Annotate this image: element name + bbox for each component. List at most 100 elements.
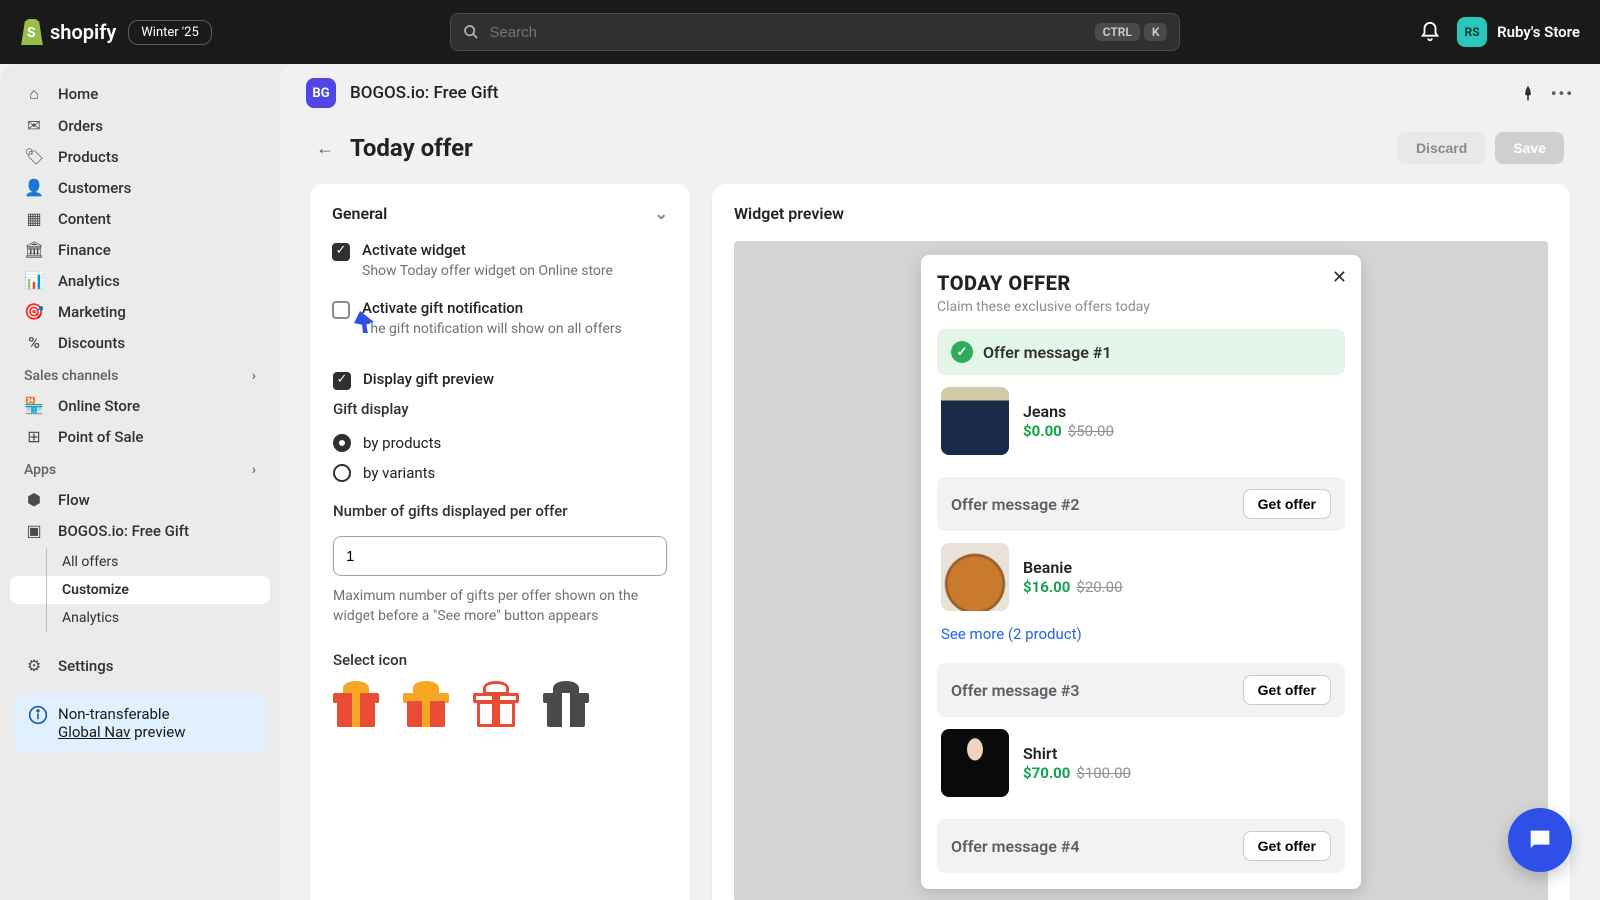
analytics-icon: 📊 [24, 271, 44, 290]
display-preview-label: Display gift preview [363, 370, 494, 388]
preview-card: Widget preview ✕ TODAY OFFER Claim these… [712, 184, 1570, 900]
notifications-icon[interactable] [1419, 21, 1441, 43]
brand-text: shopify [50, 20, 116, 44]
kbd-ctrl: CTRL [1095, 23, 1140, 41]
search-wrap: CTRL K [228, 13, 1403, 51]
activate-widget-sub: Show Today offer widget on Online store [362, 263, 613, 279]
product-image [941, 729, 1009, 797]
top-bar: shopify Winter '25 CTRL K RS Ruby's Stor… [0, 0, 1600, 64]
nav-marketing[interactable]: 🎯Marketing [10, 296, 270, 327]
marketing-icon: 🎯 [24, 302, 44, 321]
get-offer-button[interactable]: Get offer [1243, 831, 1331, 861]
customers-icon: 👤 [24, 178, 44, 197]
product-name: Jeans [1023, 402, 1114, 421]
see-more-link[interactable]: See more (2 product) [937, 623, 1345, 653]
subnav-analytics[interactable]: Analytics [10, 604, 270, 632]
general-heading[interactable]: General ⌄ [332, 204, 668, 223]
nav-content[interactable]: ▦Content [10, 203, 270, 234]
radio-by-variants[interactable]: by variants [333, 458, 667, 488]
check-icon: ✓ [951, 341, 973, 363]
product-row: Shirt $70.00$100.00 [937, 717, 1345, 809]
activate-notif-row: Activate gift notification The gift noti… [332, 299, 668, 337]
num-gifts-input[interactable] [333, 536, 667, 576]
nav-bogos[interactable]: ▣BOGOS.io: Free Gift [10, 515, 270, 546]
offer-banner-3: Offer message #3 Get offer [937, 663, 1345, 717]
nav-settings[interactable]: ⚙ Settings [10, 650, 270, 681]
discounts-icon: % [24, 333, 44, 352]
nav-discounts[interactable]: %Discounts [10, 327, 270, 358]
display-preview-checkbox[interactable] [333, 372, 351, 390]
radio-by-products[interactable]: by products [333, 428, 667, 458]
radio-icon [333, 434, 351, 452]
nav-customers[interactable]: 👤Customers [10, 172, 270, 203]
gift-icon-gray[interactable] [543, 681, 589, 727]
gift-icon-orange-solid[interactable] [333, 681, 379, 727]
select-icon-label: Select icon [333, 651, 667, 669]
flow-icon: ⬢ [24, 490, 44, 509]
home-icon: ⌂ [24, 84, 44, 104]
nav-analytics[interactable]: 📊Analytics [10, 265, 270, 296]
preview-title: TODAY OFFER [937, 271, 1345, 295]
get-offer-button[interactable]: Get offer [1243, 675, 1331, 705]
nav-flow[interactable]: ⬢Flow [10, 484, 270, 515]
pin-icon[interactable] [1519, 84, 1537, 103]
finance-icon: 🏛 [24, 240, 44, 259]
section-apps[interactable]: Apps › [10, 454, 270, 482]
store-icon: 🏪 [24, 396, 44, 415]
main: BG BOGOS.io: Free Gift ••• ← Today offer… [280, 64, 1600, 900]
app-title: BOGOS.io: Free Gift [350, 83, 498, 103]
product-image [941, 543, 1009, 611]
activate-notif-sub: The gift notification will show on all o… [362, 321, 622, 337]
gift-icon-red-outline[interactable] [473, 681, 519, 727]
offer-banner-1: ✓Offer message #1 [937, 329, 1345, 375]
info-icon [28, 705, 48, 741]
subnav-customize[interactable]: Customize [10, 576, 270, 604]
store-avatar: RS [1457, 17, 1487, 47]
close-icon[interactable]: ✕ [1332, 267, 1347, 288]
nav-finance[interactable]: 🏛Finance [10, 234, 270, 265]
bogos-icon: ▣ [24, 521, 44, 540]
preview-sub: Claim these exclusive offers today [937, 299, 1345, 315]
activate-widget-label: Activate widget [362, 241, 613, 259]
activate-notif-checkbox[interactable] [332, 301, 350, 319]
product-name: Beanie [1023, 558, 1123, 577]
shopify-logo[interactable]: shopify [20, 19, 116, 45]
get-offer-button[interactable]: Get offer [1243, 489, 1331, 519]
product-row: Beanie $16.00$20.00 [937, 531, 1345, 623]
gift-icon-orange-alt[interactable] [403, 681, 449, 727]
shopify-bag-icon [20, 19, 44, 45]
top-right: RS Ruby's Store [1419, 17, 1580, 47]
nav-products[interactable]: 🏷Products [10, 141, 270, 172]
activate-widget-checkbox[interactable] [332, 243, 350, 261]
back-arrow-icon[interactable]: ← [316, 138, 334, 159]
global-nav-notice: Non-transferable Global Nav preview [14, 693, 266, 753]
preview-heading: Widget preview [734, 204, 1548, 223]
chevron-right-icon: › [252, 462, 256, 478]
more-icon[interactable]: ••• [1551, 84, 1574, 103]
nav-home[interactable]: ⌂Home [10, 78, 270, 110]
search-bar[interactable]: CTRL K [450, 13, 1180, 51]
sidebar: ⌂Home✉Orders🏷Products👤Customers▦Content🏛… [0, 64, 280, 900]
preview-frame: ✕ TODAY OFFER Claim these exclusive offe… [734, 241, 1548, 900]
discard-button[interactable]: Discard [1398, 132, 1485, 164]
store-menu[interactable]: RS Ruby's Store [1457, 17, 1580, 47]
search-icon [463, 24, 479, 40]
subnav-all-offers[interactable]: All offers [10, 548, 270, 576]
kbd-shortcut: CTRL K [1095, 23, 1168, 41]
nav-pos[interactable]: ⊞Point of Sale [10, 421, 270, 452]
gift-preview-box: Display gift preview Gift display by pro… [320, 357, 680, 728]
nav-orders[interactable]: ✉Orders [10, 110, 270, 141]
nav-store[interactable]: 🏪Online Store [10, 390, 270, 421]
brand-group: shopify Winter '25 [20, 19, 212, 45]
global-nav-link[interactable]: Global Nav [58, 723, 130, 741]
kbd-k: K [1144, 23, 1168, 41]
product-row: Jeans $0.00$50.00 [937, 375, 1345, 467]
gift-display-label: Gift display [333, 400, 667, 418]
chat-bubble-button[interactable] [1508, 808, 1572, 872]
save-button[interactable]: Save [1495, 132, 1564, 164]
product-image [941, 387, 1009, 455]
num-gifts-hint: Maximum number of gifts per offer shown … [333, 586, 667, 627]
section-sales-channels[interactable]: Sales channels › [10, 360, 270, 388]
search-input[interactable] [489, 24, 1084, 41]
edition-badge[interactable]: Winter '25 [128, 20, 212, 45]
